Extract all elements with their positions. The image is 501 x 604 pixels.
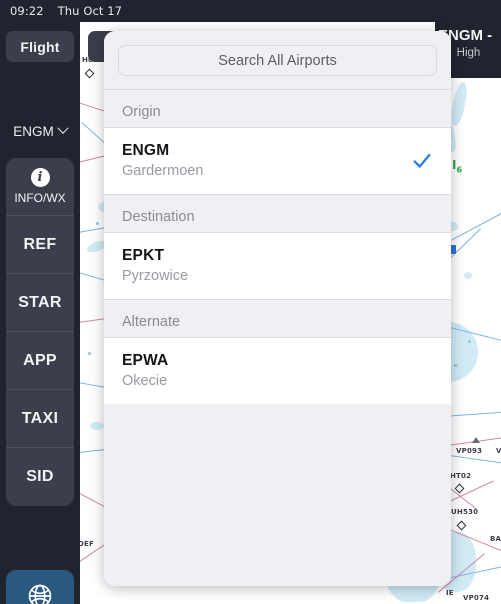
waypoint-label: VP (496, 447, 501, 455)
waypoint-label: IE (446, 589, 454, 597)
section-header-destination: Destination (104, 194, 451, 233)
waypoint-symbol (472, 437, 480, 443)
popover-empty-area (104, 404, 451, 586)
airport-text-block: ENGM Gardermoen (122, 141, 411, 181)
airport-text-block: EPKT Pyrzowice (122, 246, 433, 286)
status-bar-time: 09:22 (10, 4, 44, 18)
sidebar-item-label: INFO/WX (14, 191, 66, 205)
section-header-origin: Origin (104, 89, 451, 128)
sidebar-item-label: TAXI (21, 409, 59, 427)
airport-code: ENGM (122, 141, 170, 159)
sidebar-item-label: APP (23, 351, 57, 369)
sidebar-item-label: SID (26, 468, 54, 485)
waypoint-label: UH530 (451, 508, 479, 516)
waypoint-label: HT02 (450, 472, 472, 480)
globe-button[interactable] (6, 570, 74, 604)
left-sidebar: Flight ENGM i INFO/WX REF STAR APP TAXI (0, 0, 80, 604)
list-item-alternate-epwa[interactable]: EPWA Okecie (104, 338, 451, 404)
search-all-airports-button[interactable]: Search All Airports (118, 45, 437, 76)
waypoint-label: BA (490, 535, 501, 543)
sidebar-item-label: STAR (18, 293, 62, 311)
airport-name: Okecie (122, 372, 168, 389)
chart-category-buttons: i INFO/WX REF STAR APP TAXI SID (6, 158, 74, 506)
status-bar-date: Thu Oct 17 (57, 4, 123, 18)
list-item-origin-engm[interactable]: ENGM Gardermoen (104, 128, 451, 194)
sidebar-item-star[interactable]: STAR (6, 274, 74, 332)
icao-selector-label: ENGM (13, 123, 54, 139)
app-root: H011 I6 VP093 VP HT02 UH530 BA IE VP074 … (0, 0, 501, 604)
sidebar-item-sid[interactable]: SID (6, 448, 74, 506)
airport-code: EPKT (122, 246, 165, 264)
flight-button[interactable]: Flight (6, 31, 74, 62)
waypoint-symbol (84, 68, 95, 79)
status-bar: 09:22 Thu Oct 17 (0, 0, 501, 22)
chevron-down-icon (57, 122, 69, 134)
sidebar-item-label: REF (23, 235, 57, 253)
globe-icon (28, 584, 52, 604)
waypoint-symbol (456, 520, 467, 531)
sidebar-item-taxi[interactable]: TAXI (6, 390, 74, 448)
airport-code: EPWA (122, 351, 169, 369)
checkmark-icon (413, 153, 431, 168)
airport-name: Pyrzowice (122, 267, 189, 284)
airway-altitude-label: I6 (452, 158, 463, 175)
section-header-alternate: Alternate (104, 299, 451, 338)
info-icon: i (30, 168, 50, 187)
sidebar-item-info-wx[interactable]: i INFO/WX (6, 158, 74, 216)
airport-text-block: EPWA Okecie (122, 351, 433, 391)
sidebar-item-ref[interactable]: REF (6, 216, 74, 274)
waypoint-label: VP093 (456, 447, 483, 455)
airport-name: Gardermoen (122, 162, 204, 179)
waypoint-label: DEF (78, 540, 94, 548)
icao-selector[interactable]: ENGM (0, 118, 80, 144)
search-section: Search All Airports (104, 31, 451, 89)
sidebar-item-app[interactable]: APP (6, 332, 74, 390)
waypoint-label: VP074 (463, 594, 490, 602)
list-item-destination-epkt[interactable]: EPKT Pyrzowice (104, 233, 451, 299)
airport-selection-popover: Search All Airports Origin ENGM Gardermo… (104, 31, 451, 586)
